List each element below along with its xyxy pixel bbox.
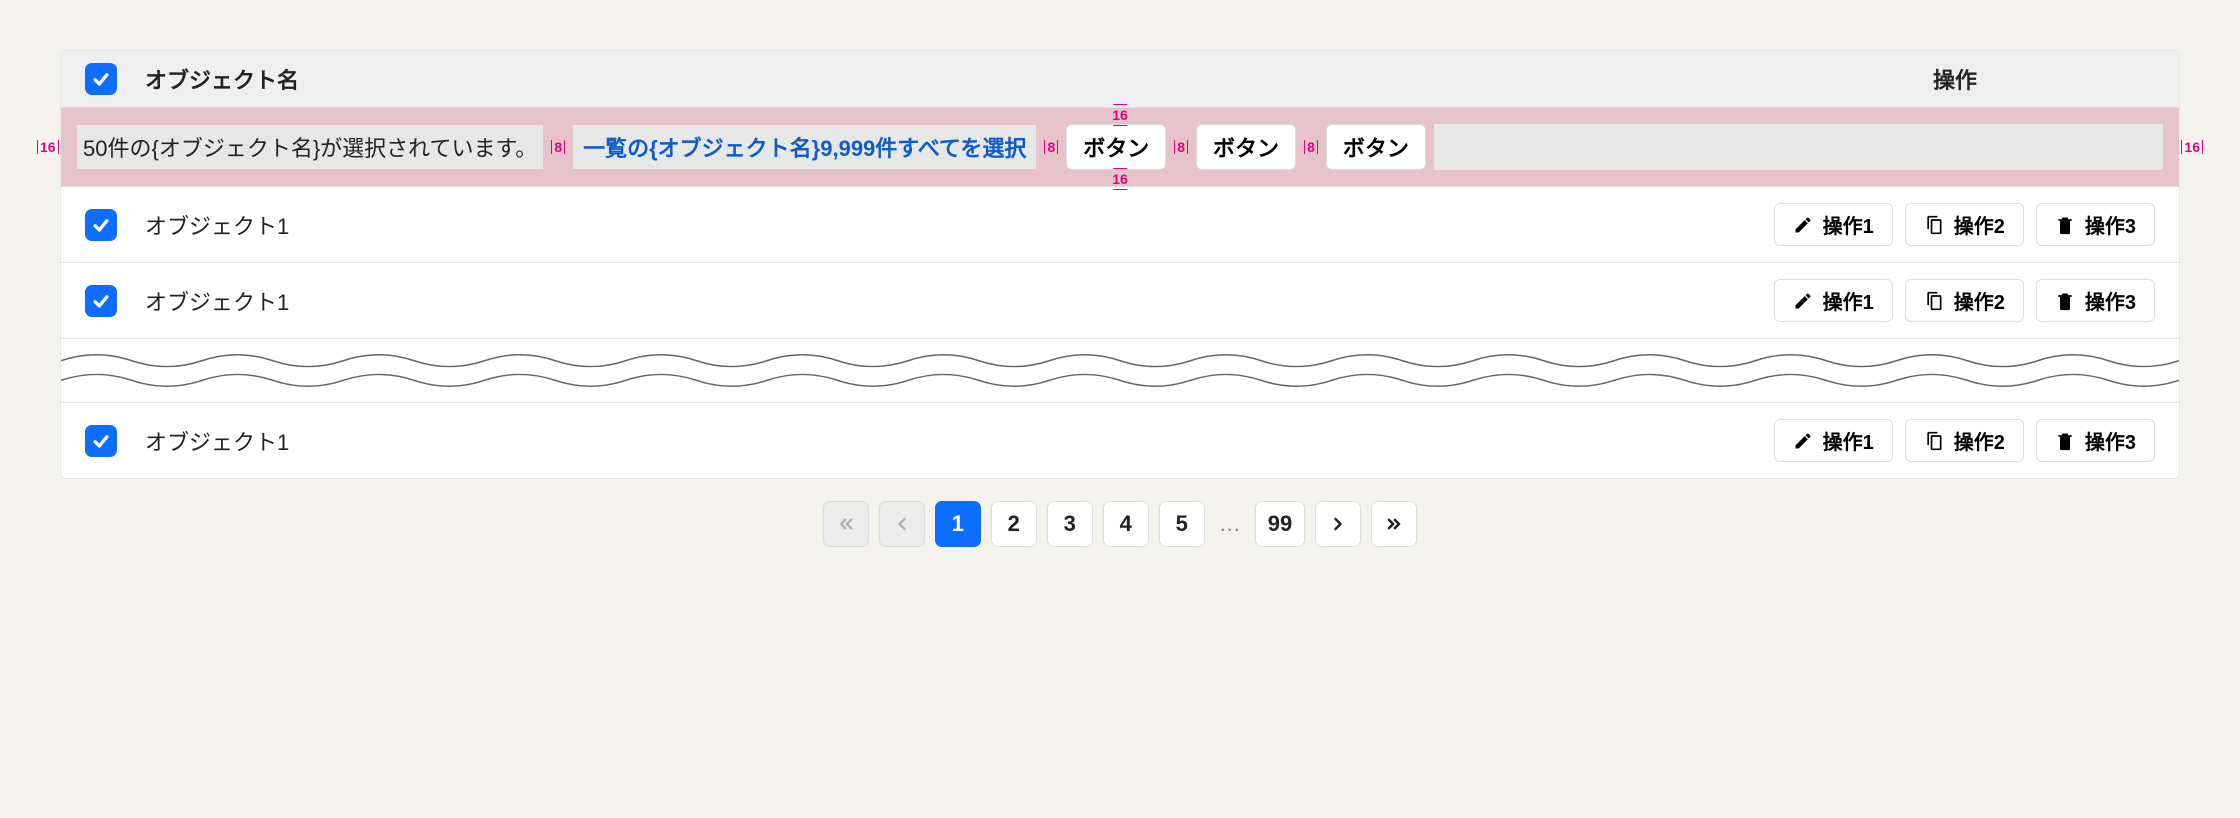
row-action-edit-label: 操作1 [1823, 426, 1874, 455]
row-checkbox[interactable] [85, 285, 117, 317]
select-all-link[interactable]: 一覧の{オブジェクト名}9,999件すべてを選択 [573, 125, 1036, 169]
row-action-delete-label: 操作3 [2085, 286, 2136, 315]
chevron-left-icon [892, 514, 912, 534]
row-action-delete[interactable]: 操作3 [2036, 419, 2155, 462]
table-row: オブジェクト1 操作1 操作2 操作3 [61, 263, 2179, 339]
page-number-button[interactable]: 3 [1047, 501, 1093, 547]
header-checkbox-cell [85, 63, 141, 95]
column-header-ops: 操作 [1755, 63, 2155, 95]
chevrons-right-icon [1384, 514, 1404, 534]
trash-icon [2055, 431, 2075, 451]
wavy-icon [61, 339, 2179, 402]
row-checkbox[interactable] [85, 425, 117, 457]
row-action-copy-label: 操作2 [1954, 426, 2005, 455]
row-action-delete[interactable]: 操作3 [2036, 203, 2155, 246]
pencil-icon [1793, 215, 1813, 235]
copy-icon [1924, 431, 1944, 451]
row-ops: 操作1 操作2 操作3 [1774, 419, 2155, 462]
row-checkbox[interactable] [85, 209, 117, 241]
row-action-edit[interactable]: 操作1 [1774, 419, 1893, 462]
selection-bar-spacer [1434, 124, 2163, 170]
spacing-marker-right: 16 [2181, 139, 2203, 155]
pencil-icon [1793, 431, 1813, 451]
row-name: オブジェクト1 [141, 425, 1774, 457]
pagination: 1 2 3 4 5 … 99 [0, 501, 2240, 547]
row-name: オブジェクト1 [141, 285, 1774, 317]
spacing-marker-gap-2: 8 [1044, 139, 1058, 155]
row-ops: 操作1 操作2 操作3 [1774, 279, 2155, 322]
selection-bar: 16 16 16 16 50件の{オブジェクト名}が選択されています。 8 一覧… [61, 108, 2179, 187]
check-icon [91, 69, 111, 89]
row-action-delete-label: 操作3 [2085, 426, 2136, 455]
row-checkbox-cell [85, 209, 141, 241]
spacing-marker-gap-1: 8 [551, 139, 565, 155]
row-action-copy[interactable]: 操作2 [1905, 203, 2024, 246]
page-next-button[interactable] [1315, 501, 1361, 547]
table-row: オブジェクト1 操作1 操作2 操作3 [61, 403, 2179, 478]
bulk-action-button-3[interactable]: ボタン [1326, 124, 1426, 170]
row-action-copy[interactable]: 操作2 [1905, 419, 2024, 462]
trash-icon [2055, 291, 2075, 311]
chevron-right-icon [1328, 514, 1348, 534]
page-number-button[interactable]: 4 [1103, 501, 1149, 547]
trash-icon [2055, 215, 2075, 235]
table-row: オブジェクト1 操作1 操作2 操作3 [61, 187, 2179, 263]
bulk-action-button-2[interactable]: ボタン [1196, 124, 1296, 170]
bulk-action-button-1[interactable]: ボタン [1066, 124, 1166, 170]
row-action-copy-label: 操作2 [1954, 286, 2005, 315]
page-last-button[interactable] [1371, 501, 1417, 547]
row-ops: 操作1 操作2 操作3 [1774, 203, 2155, 246]
page-number-button[interactable]: 1 [935, 501, 981, 547]
row-action-delete-label: 操作3 [2085, 210, 2136, 239]
selection-bar-inner: 50件の{オブジェクト名}が選択されています。 8 一覧の{オブジェクト名}9,… [77, 108, 2163, 186]
row-action-copy-label: 操作2 [1954, 210, 2005, 239]
row-action-edit[interactable]: 操作1 [1774, 203, 1893, 246]
row-action-edit-label: 操作1 [1823, 210, 1874, 239]
row-checkbox-cell [85, 285, 141, 317]
chevrons-left-icon [836, 514, 856, 534]
page-number-button[interactable]: 5 [1159, 501, 1205, 547]
check-icon [91, 291, 111, 311]
table-header: オブジェクト名 操作 [61, 51, 2179, 108]
spacing-marker-gap-4: 8 [1304, 139, 1318, 155]
table: オブジェクト名 操作 16 16 16 16 50件の{オブジェクト名}が選択さ… [60, 50, 2180, 479]
check-icon [91, 215, 111, 235]
table-rows-omitted [61, 339, 2179, 403]
pencil-icon [1793, 291, 1813, 311]
page-number-button[interactable]: 99 [1255, 501, 1305, 547]
selection-count-text: 50件の{オブジェクト名}が選択されています。 [77, 125, 543, 169]
page-prev-button[interactable] [879, 501, 925, 547]
row-checkbox-cell [85, 425, 141, 457]
row-action-copy[interactable]: 操作2 [1905, 279, 2024, 322]
row-action-edit[interactable]: 操作1 [1774, 279, 1893, 322]
copy-icon [1924, 291, 1944, 311]
spacing-marker-gap-3: 8 [1174, 139, 1188, 155]
spacing-marker-left: 16 [37, 139, 59, 155]
check-icon [91, 431, 111, 451]
copy-icon [1924, 215, 1944, 235]
page-number-button[interactable]: 2 [991, 501, 1037, 547]
page-first-button[interactable] [823, 501, 869, 547]
row-name: オブジェクト1 [141, 209, 1774, 241]
row-action-delete[interactable]: 操作3 [2036, 279, 2155, 322]
page-ellipsis: … [1215, 511, 1245, 537]
column-header-name: オブジェクト名 [141, 63, 1755, 95]
row-action-edit-label: 操作1 [1823, 286, 1874, 315]
select-all-checkbox[interactable] [85, 63, 117, 95]
